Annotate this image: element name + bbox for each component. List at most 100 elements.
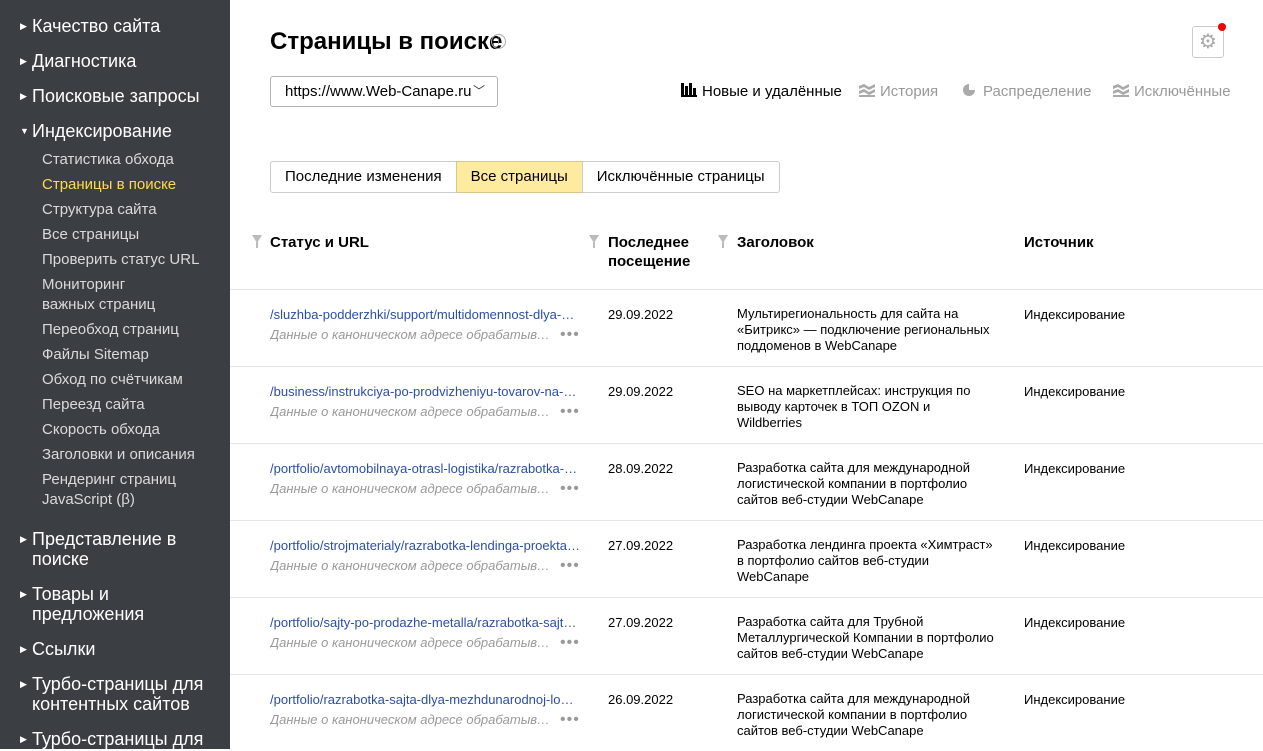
sidebar-section-indexing[interactable]: ▼ Индексирование bbox=[20, 121, 172, 141]
tab-new-and-removed[interactable]: Новые и удалённые bbox=[681, 82, 842, 102]
more-icon[interactable]: ••• bbox=[560, 326, 580, 343]
page-url-link[interactable]: /portfolio/sajty-po-prodazhe-metalla/raz… bbox=[270, 614, 580, 631]
sidebar-section-turbo-content[interactable]: ▶ Турбо-страницы для контентных сайтов bbox=[20, 674, 220, 714]
sidebar-item-important-pages[interactable]: Мониторинг важных страниц bbox=[42, 275, 162, 315]
column-header-status-url[interactable]: Статус и URL bbox=[270, 233, 369, 252]
filter-funnel-icon[interactable] bbox=[718, 235, 728, 248]
page-source: Индексирование bbox=[1024, 692, 1126, 707]
table-row: /portfolio/avtomobilnaya-otrasl-logistik… bbox=[230, 443, 1263, 520]
expand-arrow-icon: ▶ bbox=[20, 91, 27, 101]
sidebar-section-search-queries[interactable]: ▶ Поисковые запросы bbox=[20, 86, 200, 106]
page-url-link[interactable]: /business/instrukciya-po-prodvizheniyu-t… bbox=[270, 383, 580, 400]
sidebar-item-counter-crawl[interactable]: Обход по счётчикам bbox=[42, 370, 183, 390]
last-visit-date: 26.09.2022 bbox=[608, 692, 674, 707]
chevron-down-icon: ﹀ bbox=[472, 84, 485, 98]
sidebar-item-check-url[interactable]: Проверить статус URL bbox=[42, 250, 199, 270]
last-visit-date: 29.09.2022 bbox=[608, 307, 674, 322]
expand-arrow-icon: ▶ bbox=[20, 679, 27, 689]
sidebar-section-diagnostics[interactable]: ▶ Диагностика bbox=[20, 51, 136, 71]
column-header-title[interactable]: Заголовок bbox=[737, 233, 814, 252]
table-row: /portfolio/sajty-po-prodazhe-metalla/raz… bbox=[230, 597, 1263, 674]
page-heading: Разработка лендинга проекта «Химтраст» в… bbox=[737, 537, 993, 584]
sidebar-item-recrawl[interactable]: Переобход страниц bbox=[42, 320, 179, 340]
sidebar-item-crawl-speed[interactable]: Скорость обхода bbox=[42, 420, 160, 440]
more-icon[interactable]: ••• bbox=[560, 634, 580, 651]
info-icon[interactable]: i bbox=[491, 34, 506, 49]
sidebar-item-sitemap[interactable]: Файлы Sitemap bbox=[42, 345, 149, 365]
sidebar-item-pages-in-search[interactable]: Страницы в поиске bbox=[42, 175, 176, 195]
page-heading: Разработка сайта для международной логис… bbox=[737, 691, 971, 738]
page-url-link[interactable]: /sluzhba-podderzhki/support/multidomenno… bbox=[270, 306, 580, 323]
sidebar-section-turbo-shops[interactable]: ▶ Турбо-страницы для bbox=[20, 729, 220, 749]
tab-history[interactable]: История bbox=[859, 82, 938, 102]
more-icon[interactable]: ••• bbox=[560, 480, 580, 497]
expand-arrow-icon: ▶ bbox=[20, 21, 27, 31]
page-url-link[interactable]: /portfolio/strojmaterialy/razrabotka-len… bbox=[270, 537, 580, 554]
page-heading: SEO на маркетплейсах: инструкция по выво… bbox=[737, 383, 971, 430]
more-icon[interactable]: ••• bbox=[560, 557, 580, 574]
filter-funnel-icon[interactable] bbox=[589, 235, 599, 248]
sidebar-section-products[interactable]: ▶ Товары и предложения bbox=[20, 584, 170, 624]
sidebar-item-js-rendering[interactable]: Рендеринг страниц JavaScript (β) bbox=[42, 470, 182, 510]
filter-excluded-pages[interactable]: Исключённые страницы bbox=[581, 161, 780, 193]
sidebar: ▶ Качество сайта ▶ Диагностика ▶ Поисков… bbox=[0, 0, 230, 749]
last-visit-date: 29.09.2022 bbox=[608, 384, 674, 399]
page-source: Индексирование bbox=[1024, 461, 1126, 476]
collapse-arrow-icon: ▼ bbox=[20, 126, 29, 136]
sidebar-item-titles-descriptions[interactable]: Заголовки и описания bbox=[42, 445, 195, 465]
page-heading: Мультирегиональность для сайта на «Битри… bbox=[737, 306, 990, 353]
gear-icon: ⚙ bbox=[1199, 31, 1217, 53]
main-content: Страницы в поиске i ⚙ https://www.Web-Ca… bbox=[230, 0, 1263, 749]
canonical-status: Данные о каноническом адресе обрабатываю… bbox=[270, 481, 555, 496]
expand-arrow-icon: ▶ bbox=[20, 534, 27, 544]
last-visit-date: 28.09.2022 bbox=[608, 461, 674, 476]
sidebar-section-links[interactable]: ▶ Ссылки bbox=[20, 639, 95, 659]
table-row: /portfolio/razrabotka-sajta-dlya-mezhdun… bbox=[230, 674, 1263, 751]
page-heading: Разработка сайта для международной логис… bbox=[737, 460, 971, 507]
page-source: Индексирование bbox=[1024, 538, 1126, 553]
excluded-icon bbox=[1113, 84, 1129, 97]
sidebar-item-site-move[interactable]: Переезд сайта bbox=[42, 395, 145, 415]
sidebar-item-site-structure[interactable]: Структура сайта bbox=[42, 200, 157, 220]
notification-dot bbox=[1218, 23, 1226, 31]
sidebar-item-all-pages[interactable]: Все страницы bbox=[42, 225, 139, 245]
table-row: /sluzhba-podderzhki/support/multidomenno… bbox=[230, 289, 1263, 366]
site-select-value: https://www.Web-Canape.ru bbox=[285, 83, 472, 100]
sidebar-section-site-quality[interactable]: ▶ Качество сайта bbox=[20, 16, 160, 36]
filter-group: Последние изменения Все страницы Исключё… bbox=[270, 161, 780, 193]
canonical-status: Данные о каноническом адресе обрабатываю… bbox=[270, 558, 555, 573]
expand-arrow-icon: ▶ bbox=[20, 644, 27, 654]
filter-funnel-icon[interactable] bbox=[252, 235, 262, 248]
table-row: /portfolio/strojmaterialy/razrabotka-len… bbox=[230, 520, 1263, 597]
page-source: Индексирование bbox=[1024, 384, 1126, 399]
column-header-last-visit[interactable]: Последнее посещение bbox=[608, 233, 690, 271]
tab-distribution[interactable]: Распределение bbox=[962, 82, 1092, 102]
page-source: Индексирование bbox=[1024, 307, 1126, 322]
column-header-source: Источник bbox=[1024, 234, 1094, 251]
bar-chart-icon bbox=[681, 83, 697, 97]
page-source: Индексирование bbox=[1024, 615, 1126, 630]
last-visit-date: 27.09.2022 bbox=[608, 538, 674, 553]
filter-recent-changes[interactable]: Последние изменения bbox=[270, 161, 457, 193]
settings-button[interactable]: ⚙ bbox=[1192, 23, 1226, 58]
site-select[interactable]: https://www.Web-Canape.ru ﹀ bbox=[270, 76, 498, 107]
page-title: Страницы в поиске bbox=[270, 28, 503, 55]
canonical-status: Данные о каноническом адресе обрабатываю… bbox=[270, 404, 555, 419]
filter-all-pages[interactable]: Все страницы bbox=[455, 161, 583, 193]
sidebar-item-crawl-stats[interactable]: Статистика обхода bbox=[42, 150, 174, 170]
page-url-link[interactable]: /portfolio/avtomobilnaya-otrasl-logistik… bbox=[270, 460, 580, 477]
expand-arrow-icon: ▶ bbox=[20, 589, 27, 599]
page-url-link[interactable]: /portfolio/razrabotka-sajta-dlya-mezhdun… bbox=[270, 691, 580, 708]
sidebar-section-search-appearance[interactable]: ▶ Представление в поиске bbox=[20, 529, 190, 569]
tab-excluded[interactable]: Исключённые bbox=[1113, 82, 1231, 102]
canonical-status: Данные о каноническом адресе обрабатываю… bbox=[270, 635, 555, 650]
pie-chart-icon bbox=[963, 84, 975, 96]
canonical-status: Данные о каноническом адресе обрабатываю… bbox=[270, 327, 555, 342]
page-heading: Разработка сайта для Трубной Металлургич… bbox=[737, 614, 994, 661]
table-row: /business/instrukciya-po-prodvizheniyu-t… bbox=[230, 366, 1263, 443]
canonical-status: Данные о каноническом адресе обрабатываю… bbox=[270, 712, 555, 727]
last-visit-date: 27.09.2022 bbox=[608, 615, 674, 630]
history-icon bbox=[859, 84, 875, 97]
more-icon[interactable]: ••• bbox=[560, 711, 580, 728]
more-icon[interactable]: ••• bbox=[560, 403, 580, 420]
